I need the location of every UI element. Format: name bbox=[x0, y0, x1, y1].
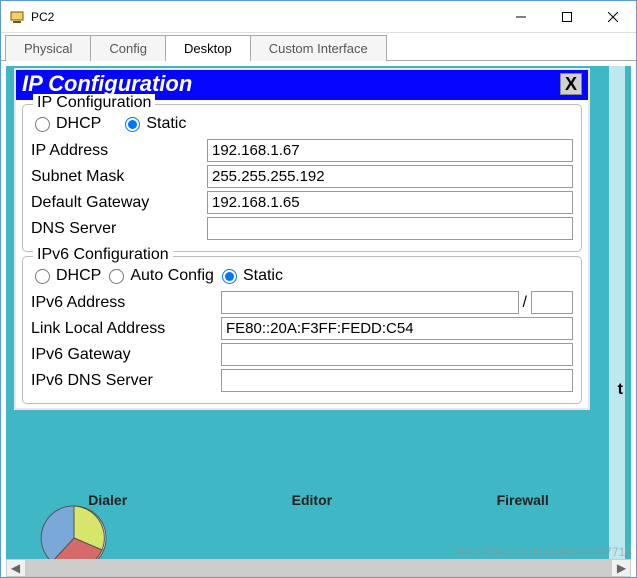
ipv6-dns-field[interactable] bbox=[221, 369, 573, 392]
link-local-field[interactable] bbox=[221, 317, 573, 340]
ipv4-dhcp-label: DHCP bbox=[56, 115, 101, 133]
scroll-left-button[interactable]: ◀ bbox=[7, 560, 24, 576]
traffic-generator-icon[interactable] bbox=[36, 500, 112, 564]
default-gateway-field[interactable] bbox=[207, 191, 573, 214]
ipv4-static-label: Static bbox=[146, 115, 186, 133]
link-local-label: Link Local Address bbox=[31, 320, 221, 338]
horizontal-scrollbar[interactable]: ◀ ▶ bbox=[6, 559, 631, 577]
scroll-right-button[interactable]: ▶ bbox=[613, 560, 630, 576]
ipv6-static-radio[interactable]: Static bbox=[222, 267, 283, 285]
close-button[interactable] bbox=[590, 1, 636, 33]
ipv6-dns-label: IPv6 DNS Server bbox=[31, 372, 221, 390]
ipv6-static-label: Static bbox=[243, 267, 283, 285]
ipv6-auto-label: Auto Config bbox=[130, 267, 214, 285]
ipv6-gateway-label: IPv6 Gateway bbox=[31, 346, 221, 364]
maximize-button[interactable] bbox=[544, 1, 590, 33]
ipv6-address-field[interactable] bbox=[221, 291, 519, 314]
ipv4-static-radio[interactable]: Static bbox=[125, 115, 186, 133]
app-icon bbox=[9, 9, 25, 25]
minimize-button[interactable] bbox=[498, 1, 544, 33]
tab-physical[interactable]: Physical bbox=[5, 35, 91, 61]
default-gateway-label: Default Gateway bbox=[31, 194, 207, 212]
ipv6-dhcp-label: DHCP bbox=[56, 267, 101, 285]
window-titlebar: PC2 bbox=[1, 1, 636, 33]
ipv6-auto-radio[interactable]: Auto Config bbox=[109, 267, 214, 285]
ipv6-mode-row: DHCP Auto Config Static bbox=[35, 267, 573, 285]
desktop-workspace: t Dialer Editor Firewall IP Configuratio… bbox=[6, 66, 631, 564]
ipv6-gateway-field[interactable] bbox=[221, 343, 573, 366]
ip-configuration-dialog: IP Configuration X IP Configuration DHCP… bbox=[14, 68, 590, 410]
ipv6-prefix-field[interactable] bbox=[531, 291, 573, 314]
subnet-mask-label: Subnet Mask bbox=[31, 168, 207, 186]
tab-config[interactable]: Config bbox=[90, 35, 166, 61]
ip-address-field[interactable] bbox=[207, 139, 573, 162]
dialog-close-button[interactable]: X bbox=[560, 73, 582, 95]
partial-letter: t bbox=[618, 381, 623, 399]
ipv4-legend: IP Configuration bbox=[33, 94, 155, 112]
ipv4-mode-row: DHCP Static bbox=[35, 115, 573, 133]
dns-server-label: DNS Server bbox=[31, 220, 207, 238]
ipv6-address-label: IPv6 Address bbox=[31, 294, 221, 312]
ipv6-dhcp-radio[interactable]: DHCP bbox=[35, 267, 101, 285]
ipv6-prefix-slash: / bbox=[523, 294, 527, 312]
desktop-side-strip bbox=[609, 66, 625, 564]
watermark: https://blog.csdn.net/u014797713 bbox=[455, 545, 632, 559]
scroll-thumb[interactable] bbox=[25, 560, 612, 576]
ipv6-section: IPv6 Configuration DHCP Auto Config Stat… bbox=[22, 256, 582, 404]
ip-address-label: IP Address bbox=[31, 142, 207, 160]
ipv4-section: IP Configuration DHCP Static IP Address … bbox=[22, 104, 582, 252]
desktop-label-firewall: Firewall bbox=[497, 492, 549, 508]
desktop-label-editor: Editor bbox=[292, 492, 332, 508]
tab-bar: Physical Config Desktop Custom Interface bbox=[1, 33, 636, 61]
window-title: PC2 bbox=[31, 10, 498, 24]
subnet-mask-field[interactable] bbox=[207, 165, 573, 188]
dns-server-field[interactable] bbox=[207, 217, 573, 240]
ipv4-dhcp-radio[interactable]: DHCP bbox=[35, 115, 101, 133]
tab-custom-interface[interactable]: Custom Interface bbox=[250, 35, 387, 61]
tab-desktop[interactable]: Desktop bbox=[165, 35, 251, 61]
ipv6-legend: IPv6 Configuration bbox=[33, 246, 173, 264]
